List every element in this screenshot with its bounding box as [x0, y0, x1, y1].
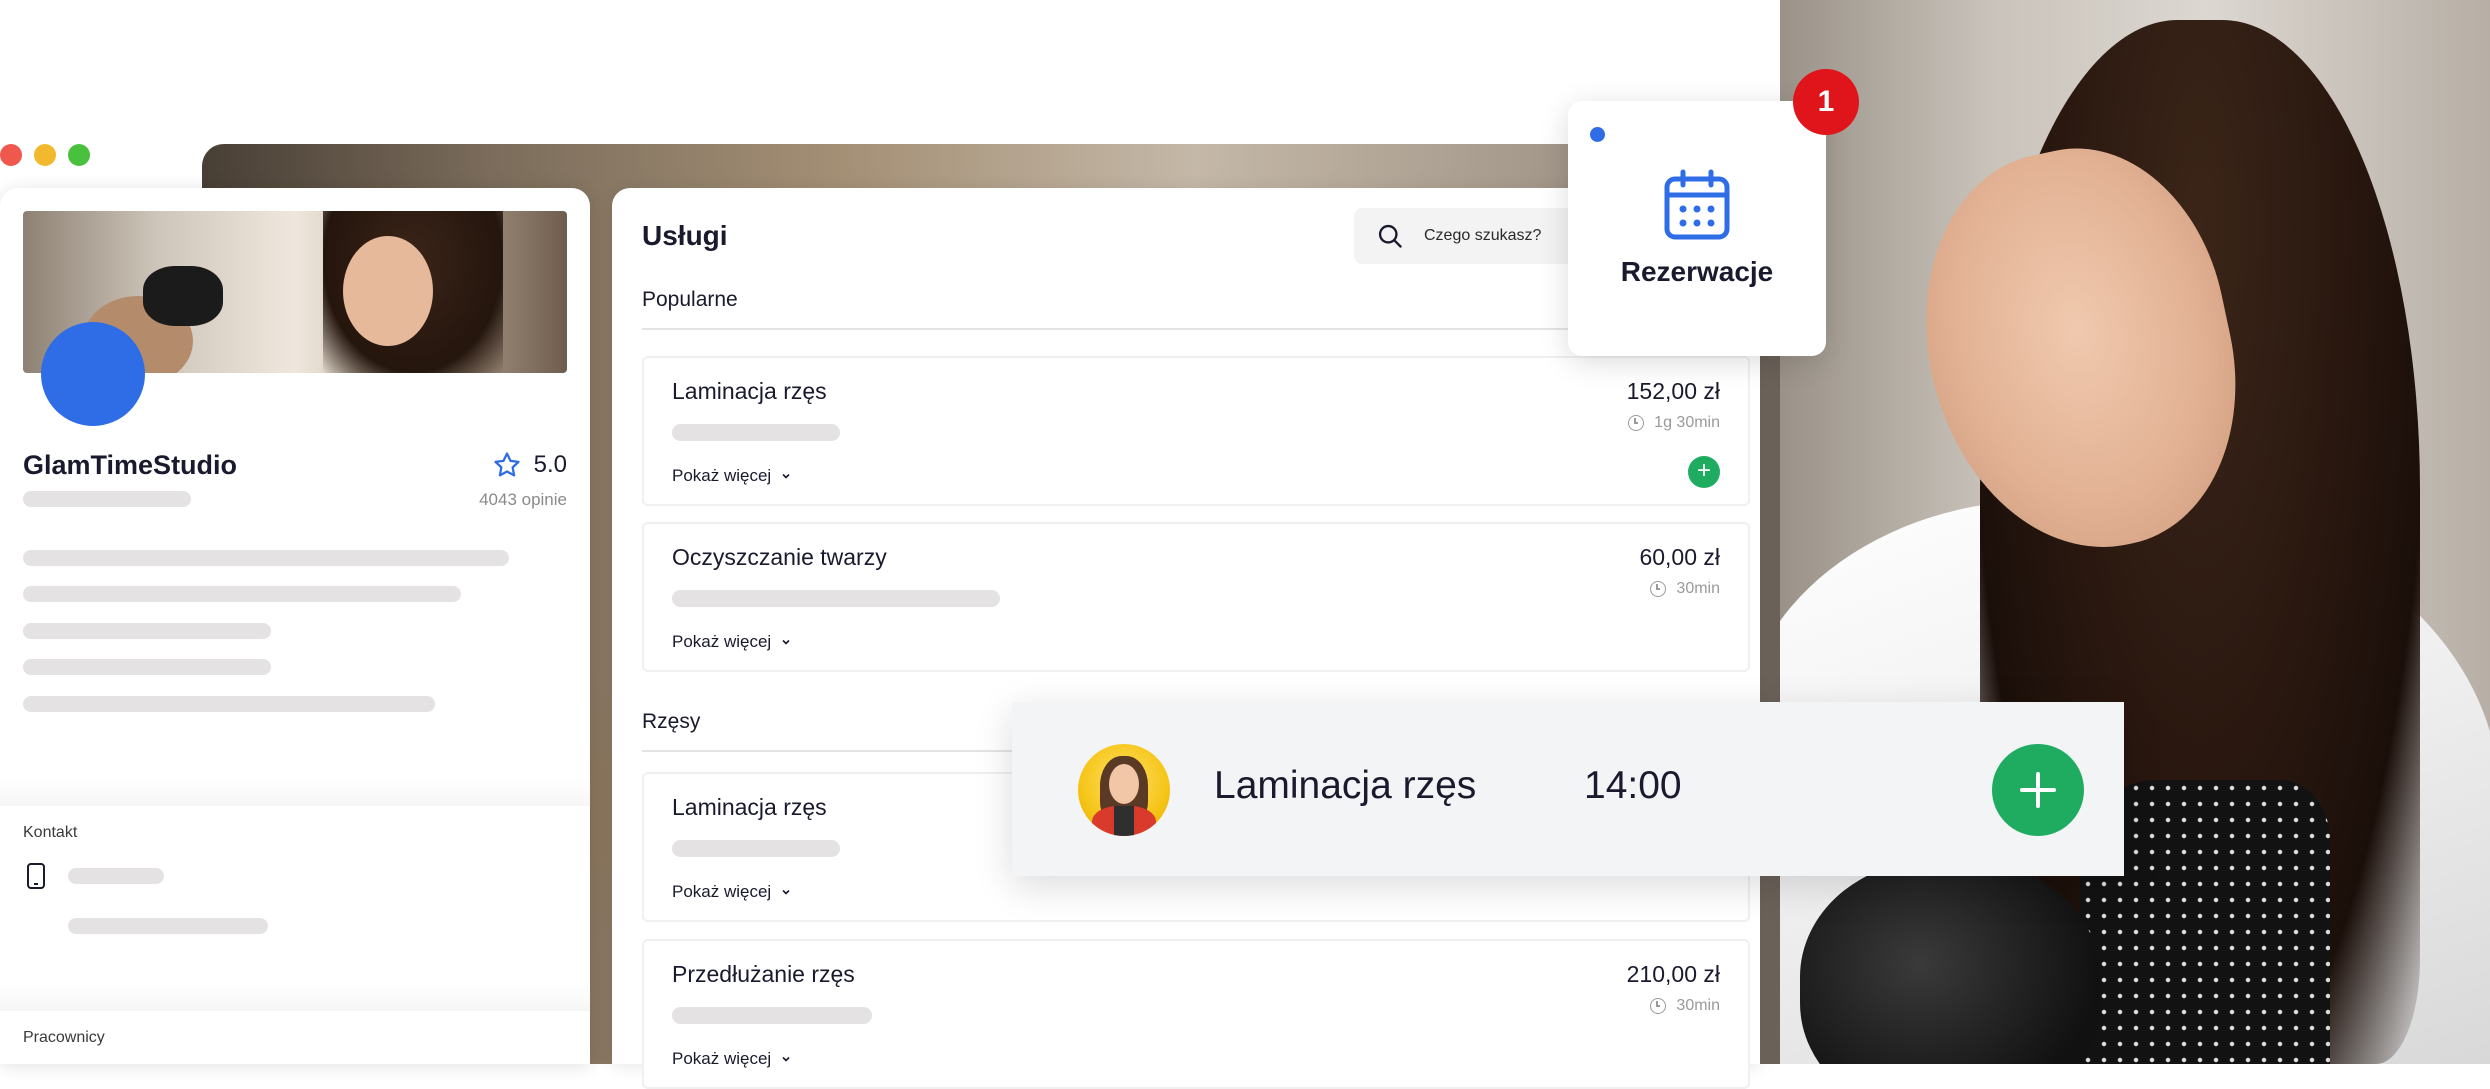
service-duration: 30min	[1650, 580, 1720, 598]
clock-icon	[1650, 581, 1667, 597]
booking-summary-bar: Laminacja rzęs 14:00	[1012, 702, 2124, 876]
window-minimize-button[interactable]	[34, 144, 56, 166]
notification-badge: 1	[1793, 69, 1859, 135]
status-dot	[1590, 127, 1605, 142]
section-divider	[0, 778, 590, 806]
show-more-label: Pokaż więcej	[672, 882, 772, 901]
window-maximize-button[interactable]	[68, 144, 90, 166]
placeholder-line	[23, 696, 435, 712]
duration-text: 1g 30min	[1654, 414, 1720, 431]
placeholder-line	[672, 840, 840, 857]
chevron-down-icon	[782, 1056, 790, 1062]
placeholder-line	[672, 590, 1000, 607]
service-price: 210,00 zł	[1626, 961, 1720, 987]
placeholder-line	[672, 1007, 872, 1024]
service-duration: 30min	[1650, 997, 1720, 1015]
show-more-link[interactable]: Pokaż więcej	[672, 466, 791, 486]
service-name: Oczyszczanie twarzy	[672, 544, 887, 570]
service-duration: 1g 30min	[1628, 414, 1720, 432]
service-name: Laminacja rzęs	[672, 794, 827, 820]
show-more-label: Pokaż więcej	[672, 466, 772, 485]
service-card[interactable]: Przedłużanie rzęs 210,00 zł 30min Pokaż …	[642, 939, 1750, 1089]
studio-name: GlamTimeStudio	[23, 450, 238, 480]
clock-icon	[1650, 998, 1667, 1014]
clock-icon	[1628, 415, 1645, 431]
booking-time: 14:00	[1584, 764, 1682, 807]
duration-text: 30min	[1676, 997, 1720, 1014]
rating[interactable]: 5.0	[492, 450, 567, 480]
service-name: Laminacja rzęs	[672, 378, 827, 404]
service-card[interactable]: Laminacja rzęs 152,00 zł 1g 30min Pokaż …	[642, 356, 1750, 506]
beautician-photo	[1780, 0, 2490, 1064]
service-name: Przedłużanie rzęs	[672, 961, 855, 987]
section-divider	[0, 983, 590, 1011]
add-booking-button[interactable]	[1992, 744, 2084, 836]
category-popular: Popularne	[642, 288, 738, 311]
service-price: 152,00 zł	[1626, 378, 1720, 404]
chevron-down-icon	[782, 473, 790, 479]
show-more-link[interactable]: Pokaż więcej	[672, 632, 791, 652]
duration-text: 30min	[1676, 580, 1720, 597]
placeholder-line	[23, 550, 509, 566]
show-more-label: Pokaż więcej	[672, 632, 772, 651]
calendar-icon	[1664, 169, 1730, 240]
service-price: 60,00 zł	[1639, 544, 1720, 570]
placeholder-line	[23, 586, 461, 602]
chevron-down-icon	[782, 639, 790, 645]
show-more-link[interactable]: Pokaż więcej	[672, 1049, 791, 1069]
service-card[interactable]: Oczyszczanie twarzy 60,00 zł 30min Pokaż…	[642, 522, 1750, 672]
reservations-card[interactable]: Rezerwacje	[1568, 101, 1826, 356]
window-close-button[interactable]	[0, 144, 22, 166]
plus-icon	[2020, 772, 2056, 808]
salon-profile-card: GlamTimeStudio 5.0 4043 opinie Kontakt P…	[0, 188, 590, 1064]
placeholder-line	[23, 659, 271, 675]
search-icon	[1378, 224, 1402, 248]
rating-value: 5.0	[533, 451, 567, 478]
contact-label: Kontakt	[23, 824, 78, 841]
placeholder-line	[68, 868, 164, 884]
employees-label: Pracownicy	[23, 1029, 105, 1046]
reservations-label: Rezerwacje	[1620, 256, 1774, 287]
booking-service-name: Laminacja rzęs	[1214, 764, 1477, 807]
placeholder-line	[68, 918, 268, 934]
search-placeholder: Czego szukasz?	[1424, 227, 1542, 244]
category-lashes: Rzęsy	[642, 710, 701, 733]
add-service-button[interactable]: +	[1688, 456, 1720, 488]
placeholder-line	[672, 424, 840, 441]
reviews-count[interactable]: 4043 opinie	[479, 490, 567, 510]
star-icon	[494, 452, 520, 477]
show-more-link[interactable]: Pokaż więcej	[672, 882, 791, 902]
services-title: Usługi	[642, 220, 728, 251]
placeholder-line	[23, 491, 191, 507]
phone-icon	[27, 863, 45, 889]
specialist-avatar	[1078, 744, 1170, 836]
placeholder-line	[23, 623, 271, 639]
show-more-label: Pokaż więcej	[672, 1049, 772, 1068]
avatar[interactable]	[41, 322, 145, 426]
chevron-down-icon	[782, 889, 790, 895]
